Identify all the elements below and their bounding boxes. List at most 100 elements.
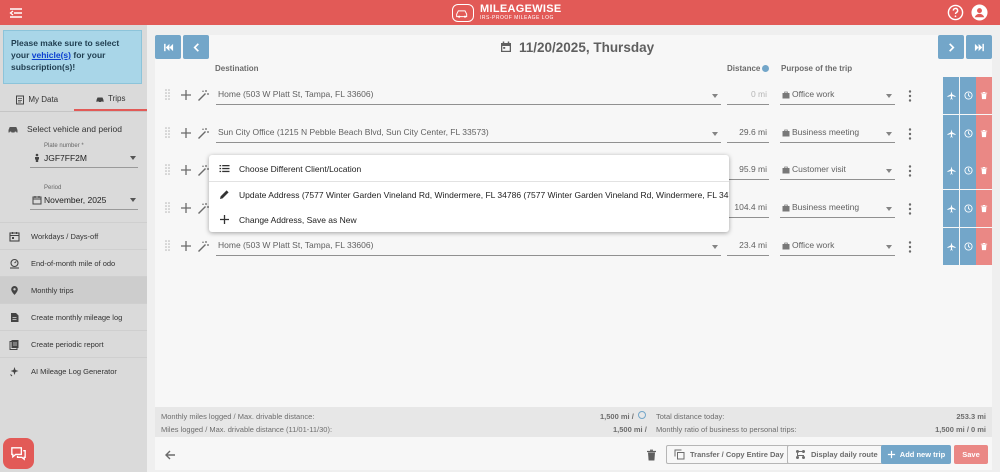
sidebar-tabs: My Data Trips <box>0 88 147 112</box>
more-options-icon[interactable] <box>906 240 914 254</box>
more-options-icon[interactable] <box>906 89 914 103</box>
change-address-save-new-option[interactable]: Change Address, Save as New <box>209 207 729 232</box>
drag-handle-icon[interactable] <box>165 89 170 100</box>
plate-number-select[interactable]: Plate number * JGF7FF2M <box>30 143 138 173</box>
more-options-icon[interactable] <box>906 164 914 178</box>
choose-different-location-option[interactable]: Choose Different Client/Location <box>209 156 729 181</box>
last-day-button[interactable] <box>966 35 992 59</box>
previous-day-button[interactable] <box>183 35 209 59</box>
add-new-trip-button[interactable]: Add new trip <box>881 445 951 464</box>
help-icon[interactable] <box>947 4 964 21</box>
more-options-icon[interactable] <box>906 202 914 216</box>
add-stop-icon[interactable] <box>180 89 192 101</box>
top-bar: MILEAGEWISE IRS-PROOF MILEAGE LOG <box>0 0 1000 25</box>
distance-input[interactable]: 104.4 mi <box>727 200 769 218</box>
purpose-select[interactable]: Office work <box>780 87 895 105</box>
tab-my-data[interactable]: My Data <box>0 88 74 111</box>
skip-first-icon <box>163 43 173 51</box>
save-button[interactable]: Save <box>954 445 988 464</box>
nav-workdays[interactable]: Workdays / Days-off <box>0 222 147 249</box>
list-icon <box>219 165 230 173</box>
purpose-select[interactable]: Business meeting <box>780 125 895 143</box>
purpose-select[interactable]: Office work <box>780 238 895 256</box>
first-day-button[interactable] <box>155 35 181 59</box>
flight-button[interactable] <box>943 152 959 189</box>
update-address-option[interactable]: Update Address (7577 Winter Garden Vinel… <box>209 182 729 207</box>
nav-create-monthly-log[interactable]: Create monthly mileage log <box>0 303 147 330</box>
flight-button[interactable] <box>943 228 959 265</box>
magic-wand-icon[interactable] <box>197 127 210 140</box>
trip-row: Home (503 W Platt St, Tampa, FL 33606) 2… <box>155 228 992 265</box>
flight-button[interactable] <box>943 77 959 114</box>
odometer-icon <box>10 258 19 269</box>
delete-trip-button[interactable] <box>976 190 992 227</box>
magic-wand-icon[interactable] <box>197 240 210 253</box>
transfer-copy-day-button[interactable]: Transfer / Copy Entire Day <box>666 445 792 464</box>
chevron-right-icon <box>948 42 955 52</box>
calendar-icon <box>32 196 42 205</box>
range-miles-value: 1,500 mi / <box>613 425 647 434</box>
delete-trip-button[interactable] <box>976 228 992 265</box>
time-button[interactable] <box>960 190 976 227</box>
distance-input[interactable]: 29.6 mi <box>727 125 769 143</box>
destination-select[interactable]: Sun City Office (1215 N Pebble Beach Blv… <box>216 125 721 143</box>
more-options-icon[interactable] <box>906 127 914 141</box>
drag-handle-icon[interactable] <box>165 164 170 175</box>
delete-trip-button[interactable] <box>976 152 992 189</box>
distance-input[interactable]: 95.9 mi <box>727 162 769 180</box>
delete-trip-button[interactable] <box>976 77 992 114</box>
trash-icon <box>980 243 988 251</box>
next-day-button[interactable] <box>938 35 964 59</box>
delete-trip-button[interactable] <box>976 115 992 152</box>
trash-icon <box>980 205 988 213</box>
add-stop-icon[interactable] <box>180 202 192 214</box>
add-stop-icon[interactable] <box>180 240 192 252</box>
time-button[interactable] <box>960 152 976 189</box>
flight-button[interactable] <box>943 115 959 152</box>
briefcase-icon <box>782 166 790 174</box>
back-arrow-icon[interactable] <box>164 449 176 461</box>
drag-handle-icon[interactable] <box>165 127 170 138</box>
nav-ai-log-generator[interactable]: AI Mileage Log Generator <box>0 357 147 384</box>
display-route-button[interactable]: Display daily route <box>787 445 886 464</box>
flight-button[interactable] <box>943 190 959 227</box>
add-stop-icon[interactable] <box>180 164 192 176</box>
chevron-down-icon <box>886 132 892 136</box>
clock-icon <box>963 166 973 175</box>
menu-collapse-icon[interactable] <box>9 6 23 20</box>
tab-trips[interactable]: Trips <box>73 88 147 111</box>
info-icon[interactable] <box>762 65 770 72</box>
drag-handle-icon[interactable] <box>165 202 170 213</box>
destination-select[interactable]: Home (503 W Platt St, Tampa, FL 33606) <box>216 87 721 105</box>
calendar-icon <box>9 231 20 242</box>
chevron-down-icon <box>130 198 136 202</box>
destination-select[interactable]: Home (503 W Platt St, Tampa, FL 33606) <box>216 238 721 256</box>
clock-icon <box>963 242 973 251</box>
purpose-select[interactable]: Customer visit <box>780 162 895 180</box>
info-icon[interactable] <box>638 411 646 419</box>
add-stop-icon[interactable] <box>180 127 192 139</box>
car-icon <box>8 127 18 134</box>
briefcase-icon <box>782 91 790 99</box>
account-icon[interactable] <box>971 4 988 21</box>
purpose-select[interactable]: Business meeting <box>780 200 895 218</box>
app-logo[interactable]: MILEAGEWISE IRS-PROOF MILEAGE LOG <box>452 2 562 23</box>
time-button[interactable] <box>960 77 976 114</box>
skip-last-icon <box>974 43 984 51</box>
period-select[interactable]: Period November, 2025 <box>30 185 138 215</box>
date-header[interactable]: 11/20/2025, Thursday <box>500 37 654 57</box>
nav-end-of-month-odo[interactable]: End-of-month mile of odo <box>0 249 147 276</box>
delete-day-icon[interactable] <box>646 449 657 461</box>
time-button[interactable] <box>960 228 976 265</box>
distance-input[interactable]: 23.4 mi <box>727 238 769 256</box>
drag-handle-icon[interactable] <box>165 240 170 251</box>
vehicle-notice: Please make sure to select your vehicle(… <box>3 30 142 84</box>
magic-wand-icon[interactable] <box>197 89 210 102</box>
vehicle-link[interactable]: vehicle(s) <box>32 50 71 60</box>
nav-create-periodic-report[interactable]: Create periodic report <box>0 330 147 357</box>
nav-monthly-trips[interactable]: Monthly trips <box>0 276 147 303</box>
chevron-down-icon <box>886 169 892 173</box>
distance-input[interactable]: 0 mi <box>727 87 769 105</box>
chat-support-button[interactable] <box>3 438 34 469</box>
time-button[interactable] <box>960 115 976 152</box>
